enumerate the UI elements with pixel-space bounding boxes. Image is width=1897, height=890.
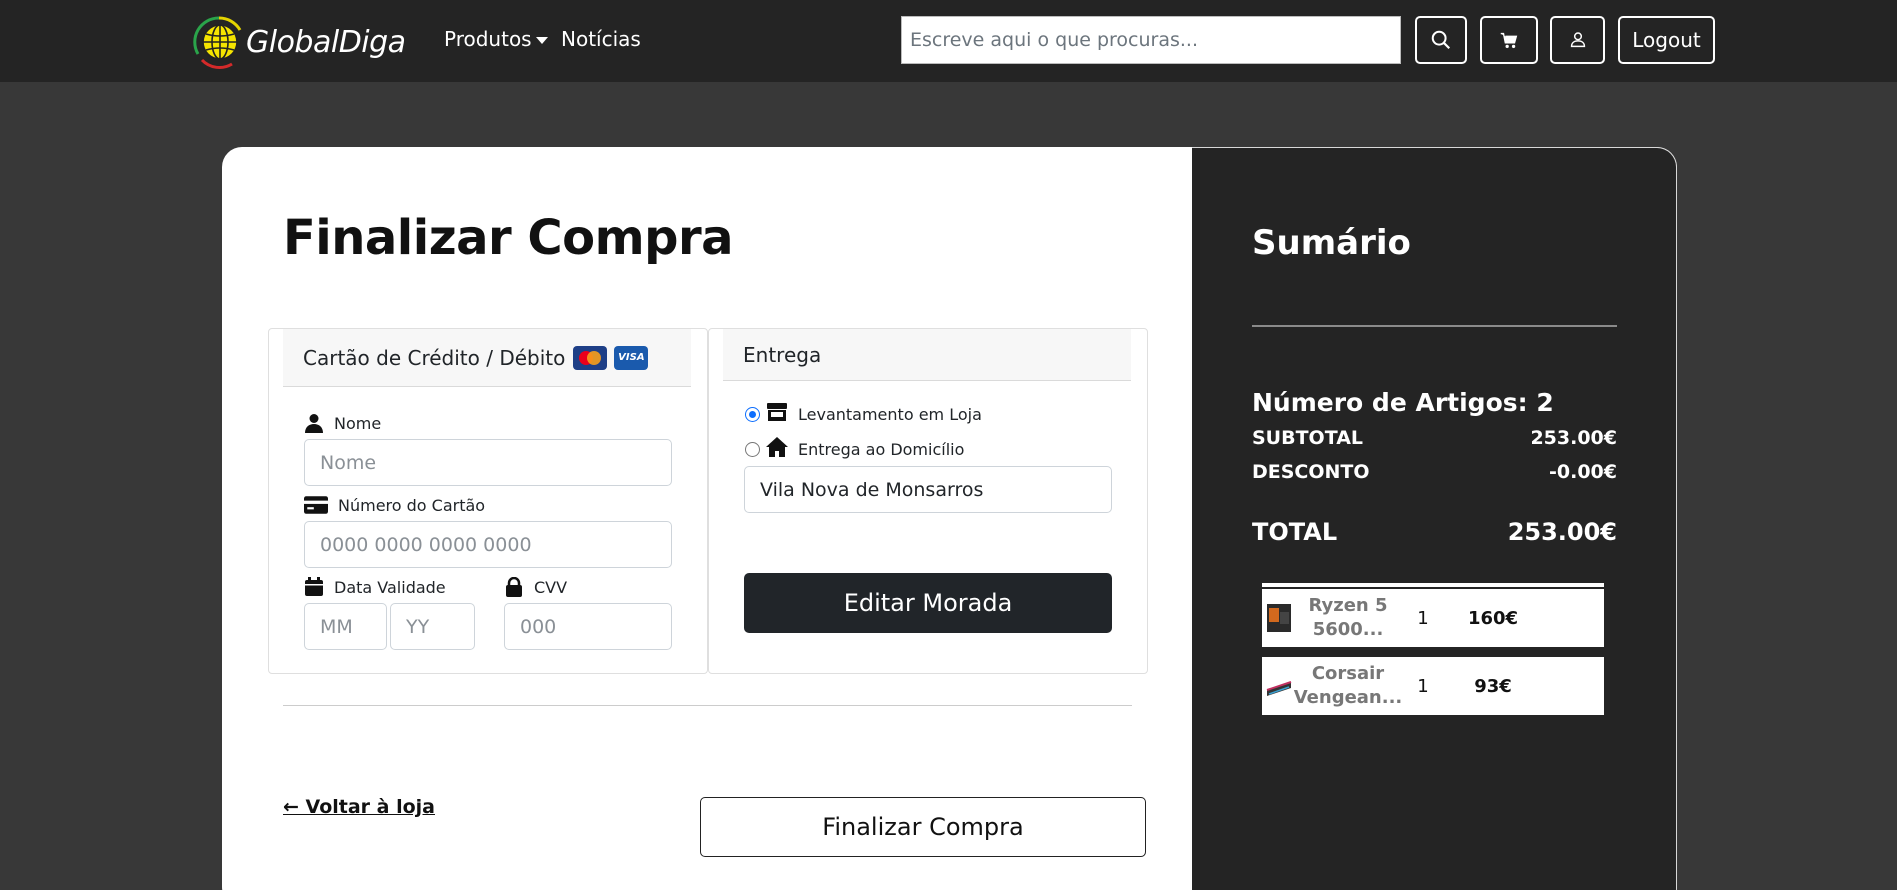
name-label-text: Nome	[334, 413, 382, 433]
nav-noticias-link[interactable]: Notícias	[561, 27, 641, 51]
cvv-label: CVV	[504, 577, 567, 597]
card-number-field[interactable]	[304, 521, 672, 568]
expiry-year-field[interactable]	[390, 603, 475, 650]
person-icon	[305, 414, 323, 433]
expiry-month-field[interactable]	[304, 603, 387, 650]
edit-address-button[interactable]: Editar Morada	[744, 573, 1112, 633]
globe-logo-icon	[193, 16, 242, 69]
cart-icon	[1500, 32, 1518, 49]
page-title: Finalizar Compra	[283, 210, 734, 266]
card-number-label: Número do Cartão	[304, 495, 485, 515]
account-button[interactable]	[1550, 16, 1605, 64]
item-count: Número de Artigos: 2	[1252, 388, 1554, 417]
payment-panel: Cartão de Crédito / Débito VISA Nome Núm…	[268, 328, 708, 674]
mastercard-icon	[573, 345, 608, 370]
items-table-top	[1262, 583, 1604, 587]
discount-row: DESCONTO -0.00€	[1252, 461, 1617, 483]
brand-logo[interactable]: GlobalDiga	[192, 12, 412, 72]
option-store-pickup[interactable]: Levantamento em Loja	[745, 402, 982, 424]
summary-title: Sumário	[1252, 223, 1411, 263]
checkout-card: Finalizar Compra Cartão de Crédito / Déb…	[222, 147, 1677, 890]
back-to-store-link[interactable]: ← Voltar à loja	[283, 796, 435, 818]
product-price: 160€	[1467, 607, 1519, 629]
top-navbar: GlobalDiga Produtos Notícias Logout	[0, 0, 1897, 82]
card-number-label-text: Número do Cartão	[338, 495, 486, 515]
home-delivery-label: Entrega ao Domicílio	[798, 440, 965, 459]
store-pickup-radio[interactable]	[745, 407, 760, 422]
total-label: TOTAL	[1252, 518, 1338, 546]
name-field[interactable]	[304, 439, 672, 486]
payment-header-label: Cartão de Crédito / Débito	[303, 345, 566, 370]
total-value: 253.00€	[1507, 518, 1617, 546]
cart-button[interactable]	[1480, 16, 1538, 64]
search-button[interactable]	[1415, 16, 1467, 64]
product-quantity: 1	[1417, 675, 1429, 697]
credit-card-icon	[304, 496, 328, 514]
logo-text: GlobalDiga	[246, 24, 406, 60]
subtotal-row: SUBTOTAL 253.00€	[1252, 427, 1617, 449]
search-icon	[1431, 30, 1451, 50]
chevron-down-icon	[535, 37, 548, 44]
product-thumbnail	[1266, 681, 1292, 696]
home-delivery-radio[interactable]	[745, 442, 760, 457]
expiry-label-text: Data Validade	[334, 577, 446, 597]
expiry-label: Data Validade	[304, 577, 446, 597]
order-summary: Sumário Número de Artigos: 2 SUBTOTAL 25…	[1192, 147, 1677, 890]
search-input[interactable]	[901, 16, 1401, 64]
product-thumbnail	[1267, 604, 1291, 632]
shipping-header: Entrega	[723, 329, 1131, 381]
nav-produtos-label: Produtos	[444, 27, 532, 51]
address-field[interactable]	[744, 466, 1112, 513]
list-item[interactable]: Ryzen 5 5600... 1 160€	[1262, 589, 1604, 647]
total-row: TOTAL 253.00€	[1252, 518, 1617, 546]
finish-purchase-button[interactable]: Finalizar Compra	[700, 797, 1146, 857]
option-home-delivery[interactable]: Entrega ao Domicílio	[745, 436, 965, 459]
discount-value: -0.00€	[1549, 461, 1617, 483]
name-label: Nome	[304, 413, 381, 433]
store-pickup-label: Levantamento em Loja	[798, 405, 982, 424]
shipping-panel: Entrega Levantamento em Loja Entrega ao …	[708, 328, 1148, 674]
home-icon	[766, 436, 788, 457]
store-icon	[767, 402, 787, 421]
user-icon	[1570, 32, 1585, 48]
product-name[interactable]: Corsair Vengean...	[1293, 662, 1403, 710]
subtotal-value: 253.00€	[1530, 427, 1617, 449]
logout-button[interactable]: Logout	[1618, 16, 1715, 64]
cvv-label-text: CVV	[534, 577, 568, 597]
product-name[interactable]: Ryzen 5 5600...	[1293, 594, 1403, 642]
calendar-icon	[305, 577, 323, 596]
list-item[interactable]: Corsair Vengean... 1 93€	[1262, 657, 1604, 715]
product-quantity: 1	[1417, 607, 1429, 629]
discount-label: DESCONTO	[1252, 461, 1370, 483]
payment-header: Cartão de Crédito / Débito VISA	[283, 329, 691, 387]
cvv-field[interactable]	[504, 603, 672, 650]
subtotal-label: SUBTOTAL	[1252, 427, 1364, 449]
lock-icon	[506, 577, 522, 597]
summary-divider	[1252, 325, 1617, 327]
nav-produtos-dropdown[interactable]: Produtos	[444, 27, 548, 51]
product-price: 93€	[1474, 675, 1512, 697]
visa-icon: VISA	[614, 345, 649, 370]
divider	[283, 705, 1132, 706]
